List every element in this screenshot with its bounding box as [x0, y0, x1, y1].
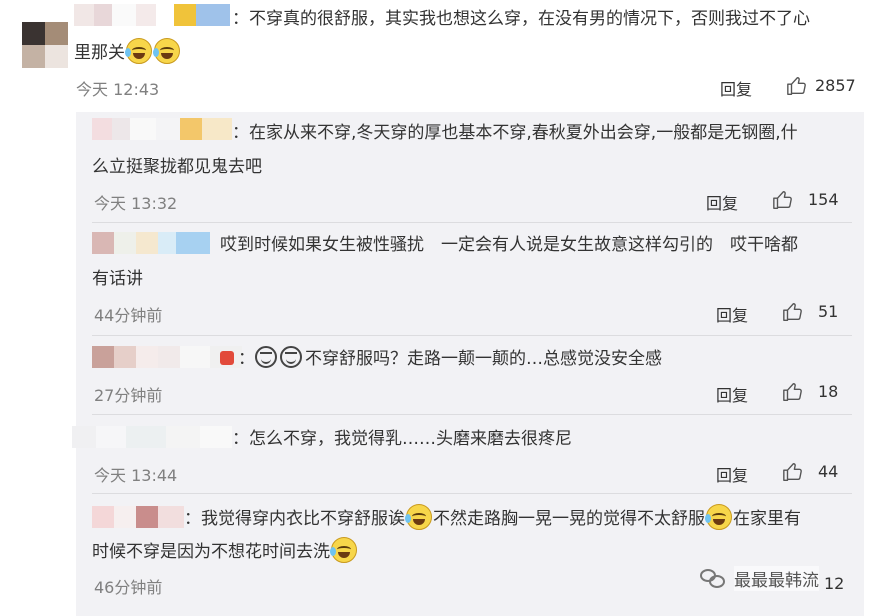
reply-text-seg-1: ：我觉得穿内衣比不穿舒服诶: [184, 509, 405, 529]
laugh-crying-emoji-icon: [705, 504, 732, 530]
wechat-icon: [700, 568, 726, 589]
thumbs-up-outline-icon[interactable]: [782, 301, 804, 323]
comment-text-line-2: 里那关: [74, 36, 181, 70]
reply-text-seg-3: 在家里有: [733, 509, 801, 529]
divider: [92, 414, 852, 415]
reply-button[interactable]: 回复: [720, 76, 752, 100]
comment-time: 今天 12:43: [76, 80, 160, 99]
like-count: 51: [818, 302, 839, 321]
squinting-emoji-icon: [255, 346, 277, 368]
reply-button[interactable]: 回复: [716, 382, 748, 406]
like-count: 12: [824, 574, 845, 593]
reply-text-content: 不穿舒服吗？走路一颠一颠的…总感觉没安全感: [305, 349, 662, 369]
reply-time: 今天 13:32: [94, 194, 178, 213]
reply-text-line-1: ：我觉得穿内衣比不穿舒服诶 不然走路胸一晃一晃的觉得不太舒服 在家里有: [184, 502, 801, 536]
watermark: 最最最韩流: [700, 566, 819, 591]
laugh-crying-emoji-icon: [125, 38, 152, 64]
divider: [92, 335, 852, 336]
like-count: 18: [818, 382, 839, 401]
comment-text-line-1: ：不穿真的很舒服，其实我也想这么穿，在没有男的情况下，否则我过不了心: [232, 9, 810, 29]
reply-text-line-1: 哎到时候如果女生被性骚扰 一定会有人说是女生故意这样勾引的 哎干啥都: [220, 235, 798, 255]
username-blurred[interactable]: [74, 4, 230, 26]
reply-time: 27分钟前: [94, 386, 163, 405]
like-count: 2857: [815, 76, 856, 95]
reply-button[interactable]: 回复: [706, 190, 738, 214]
reply-text-line-2-text: 时候不穿是因为不想花时间去洗: [92, 542, 330, 562]
reply-time: 46分钟前: [94, 578, 163, 597]
thumbs-up-outline-icon[interactable]: [786, 75, 808, 97]
reply-text-line-2: 时候不穿是因为不想花时间去洗: [92, 535, 358, 569]
main-comment: ：不穿真的很舒服，其实我也想这么穿，在没有男的情况下，否则我过不了心 里那关 今…: [0, 0, 876, 100]
thumbs-up-outline-icon[interactable]: [782, 461, 804, 483]
thumbs-up-outline-icon[interactable]: [772, 189, 794, 211]
reply-text-line-2: 有话讲: [92, 269, 143, 289]
squinting-emoji-icon: [280, 346, 302, 368]
like-count: 44: [818, 462, 839, 481]
reply-text-seg-2: 不然走路胸一晃一晃的觉得不太舒服: [433, 509, 705, 529]
username-blurred[interactable]: [92, 506, 184, 528]
reply-button[interactable]: 回复: [716, 462, 748, 486]
thumbs-up-outline-icon[interactable]: [782, 381, 804, 403]
reply-text-line-2: 么立挺聚拢都见鬼去吧: [92, 157, 262, 177]
reply-time: 今天 13:44: [94, 466, 178, 485]
divider: [92, 222, 852, 223]
laugh-crying-emoji-icon: [330, 537, 357, 563]
username-blurred[interactable]: [92, 118, 232, 140]
reply-time: 44分钟前: [94, 306, 163, 325]
badge-icon: [220, 351, 234, 365]
reply-text-line-1: ：在家从来不穿,冬天穿的厚也基本不穿,春秋夏外出会穿,一般都是无钢圈,什: [232, 123, 798, 143]
watermark-text: 最最最韩流: [734, 566, 819, 591]
laugh-crying-emoji-icon: [405, 504, 432, 530]
avatar[interactable]: [22, 22, 68, 68]
laugh-crying-emoji-icon: [153, 38, 180, 64]
reply-text-line-1: ：不穿舒服吗？走路一颠一颠的…总感觉没安全感: [220, 342, 662, 376]
username-blurred[interactable]: [92, 232, 210, 254]
username-blurred[interactable]: [72, 426, 232, 448]
reply-button[interactable]: 回复: [716, 302, 748, 326]
like-count: 154: [808, 190, 839, 209]
comment-text-line-2-text: 里那关: [74, 43, 125, 63]
reply-text-line-1: ：怎么不穿，我觉得乳……头磨来磨去很疼尼: [232, 429, 572, 449]
divider: [92, 493, 852, 494]
